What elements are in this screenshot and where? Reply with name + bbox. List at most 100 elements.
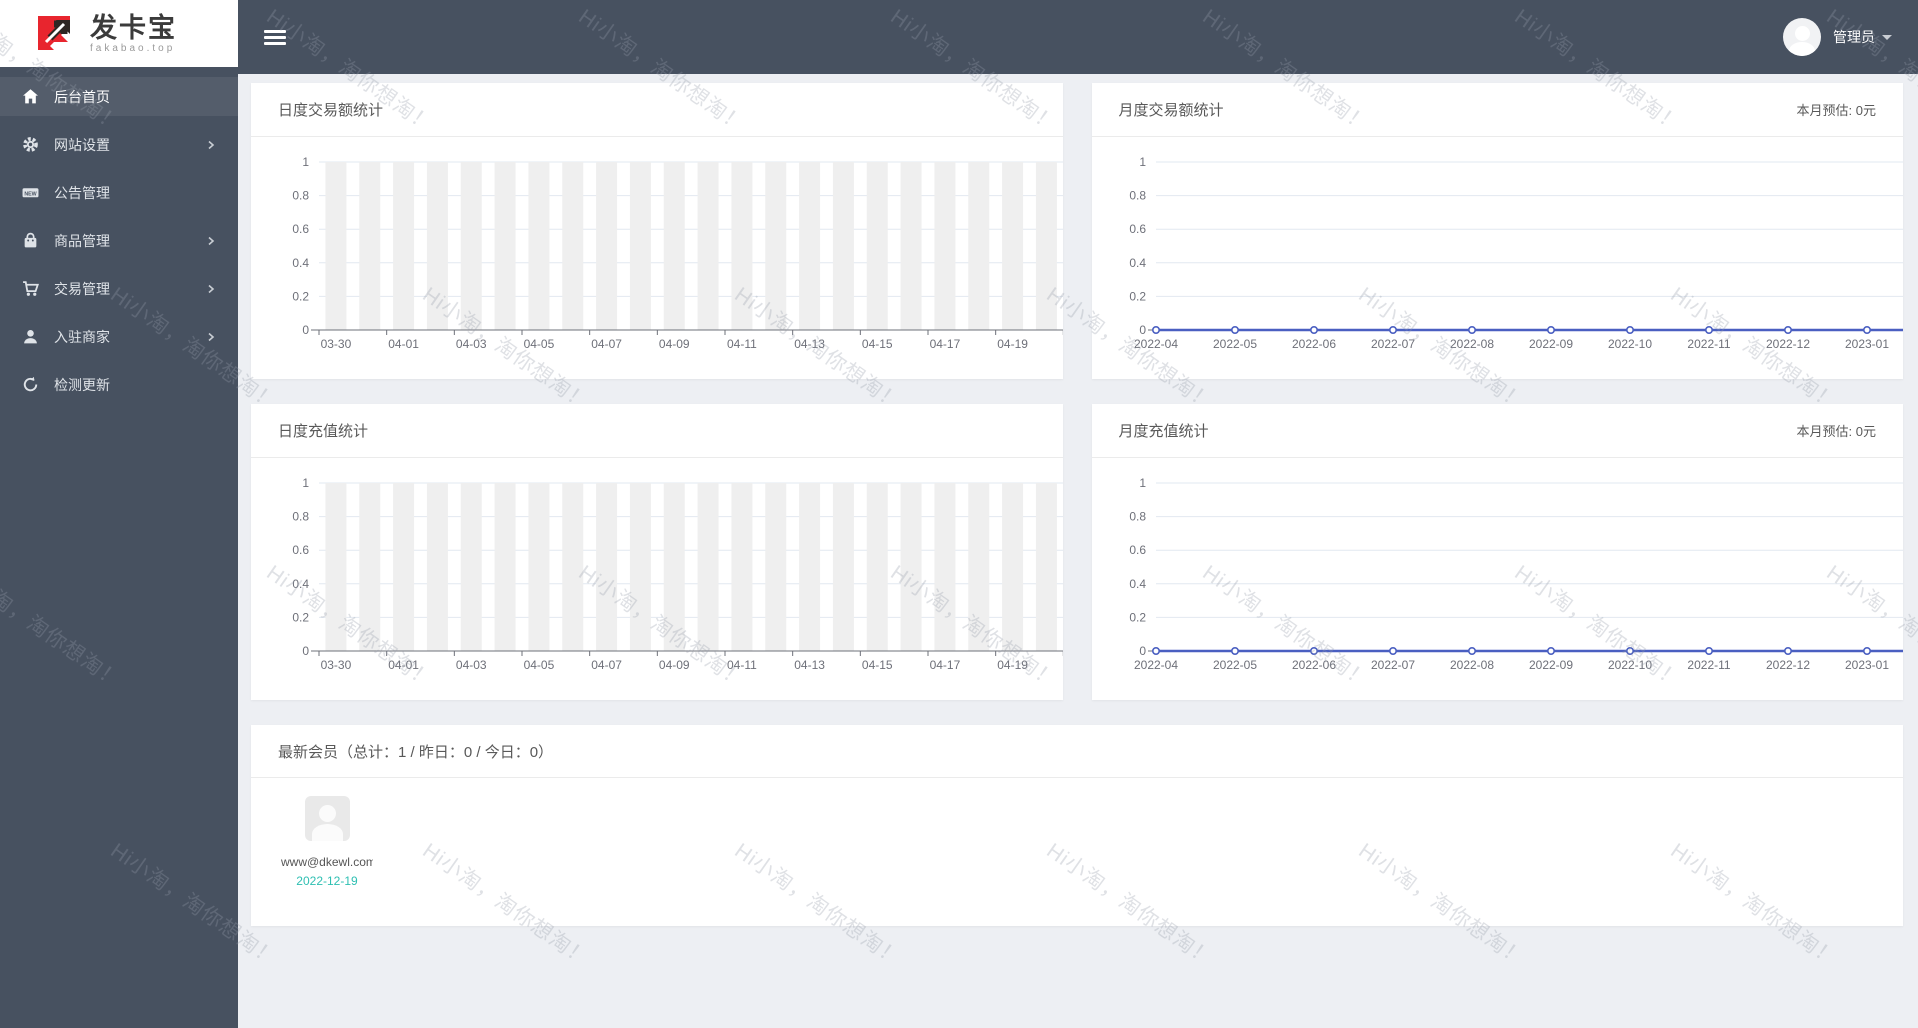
svg-text:04-09: 04-09 — [659, 337, 690, 351]
daily-trade-svg: 1 0.8 0.6 0.4 0.2 0 03-30 04-01 04-03 04-05 04-07 0… — [292, 155, 1063, 351]
svg-text:0.2: 0.2 — [1129, 610, 1146, 624]
monthly-trade-svg: 1 0.8 0.6 0.4 0.2 02022-04 2022-05 2022-06 2022-… — [1129, 155, 1903, 351]
svg-text:04-01: 04-01 — [388, 658, 419, 672]
svg-text:2022-04: 2022-04 — [1133, 337, 1177, 351]
chart-title: 月度交易额统计 — [1118, 102, 1224, 119]
svg-text:0.8: 0.8 — [1129, 510, 1146, 524]
announcement-new-icon: NEW — [22, 184, 39, 201]
svg-text:04-07: 04-07 — [591, 658, 622, 672]
svg-text:2022-11: 2022-11 — [1687, 337, 1730, 351]
latest-members-card: 最新会员（总计：1 / 昨日：0 / 今日：0） www@dkewl.com 2… — [251, 725, 1903, 926]
chevron-right-icon — [208, 236, 215, 245]
svg-text:03-30: 03-30 — [321, 337, 352, 351]
sidebar-item-announcements[interactable]: NEW 公告管理 — [0, 173, 238, 212]
svg-text:04-01: 04-01 — [388, 337, 419, 351]
svg-text:03-30: 03-30 — [321, 658, 352, 672]
daily-recharge-svg: 1 0.8 0.6 0.4 0.2 0 03-30 04-01 04-03 04-05 04-07 0… — [292, 476, 1063, 672]
svg-text:0.6: 0.6 — [1129, 543, 1146, 557]
logo-subtitle: fakabao.top — [90, 42, 176, 54]
sidebar-item-label: 网站设置 — [54, 136, 110, 153]
cart-icon — [22, 280, 39, 297]
svg-text:2022-08: 2022-08 — [1449, 337, 1493, 351]
svg-text:04-17: 04-17 — [930, 658, 961, 672]
svg-text:0: 0 — [1139, 323, 1146, 337]
daily-recharge-chart-card: 日度充值统计 1 0.8 0.6 0.4 0.2 0 03-30 04-01 04-03 04-0… — [251, 404, 1063, 700]
svg-text:1: 1 — [302, 155, 309, 169]
svg-text:2022-08: 2022-08 — [1449, 658, 1493, 672]
logo-icon — [34, 12, 78, 56]
sidebar-item-products[interactable]: 商品管理 — [0, 221, 238, 260]
daily-trade-chart-card: 日度交易额统计 1 0.8 0.6 0.4 0.2 0 03-30 04-01 04-03 04-… — [251, 83, 1063, 379]
member-register-date: 2022-12-19 — [296, 874, 358, 888]
svg-text:0.2: 0.2 — [1129, 289, 1146, 303]
svg-text:0.4: 0.4 — [292, 256, 309, 270]
svg-text:2022-06: 2022-06 — [1291, 658, 1335, 672]
svg-text:04-03: 04-03 — [456, 337, 487, 351]
chart-title: 日度交易额统计 — [278, 102, 384, 119]
app-logo[interactable]: 发卡宝 fakabao.top — [0, 0, 238, 67]
svg-text:1: 1 — [302, 476, 309, 490]
svg-text:0.8: 0.8 — [1129, 189, 1146, 203]
chevron-right-icon — [208, 140, 215, 149]
svg-text:0: 0 — [302, 323, 309, 337]
latest-members-title: 最新会员（总计：1 / 昨日：0 / 今日：0） — [278, 743, 554, 761]
svg-text:2022-06: 2022-06 — [1291, 337, 1335, 351]
svg-text:0.8: 0.8 — [292, 189, 309, 203]
top-header: 管理员 — [238, 0, 1918, 74]
menu-toggle-icon[interactable] — [264, 29, 286, 45]
monthly-recharge-svg: 1 0.8 0.6 0.4 0.2 02022-04 2022-05 2022-06 2022-… — [1129, 476, 1903, 672]
svg-text:04-13: 04-13 — [794, 337, 825, 351]
month-estimate-label: 本月预估: 0元 — [1796, 424, 1876, 439]
monthly-trade-chart: 1 0.8 0.6 0.4 0.2 0 2022-04 2022-05 2022-06 2022-… — [1092, 137, 1903, 378]
main-content: 日度交易额统计 1 0.8 0.6 0.4 0.2 0 03-30 04-01 04-03 04-… — [238, 74, 1918, 1028]
svg-text:2022-11: 2022-11 — [1687, 658, 1730, 672]
svg-text:04-19: 04-19 — [997, 658, 1028, 672]
month-estimate-label: 本月预估: 0元 — [1796, 103, 1876, 118]
sidebar-item-site-settings[interactable]: 网站设置 — [0, 125, 238, 164]
svg-text:0.2: 0.2 — [292, 289, 309, 303]
svg-text:0.4: 0.4 — [1129, 256, 1146, 270]
svg-text:2022-12: 2022-12 — [1765, 658, 1809, 672]
svg-text:04-03: 04-03 — [456, 658, 487, 672]
svg-text:2022-07: 2022-07 — [1370, 337, 1414, 351]
svg-text:2022-10: 2022-10 — [1607, 337, 1651, 351]
sidebar-item-label: 商品管理 — [54, 232, 110, 249]
daily-recharge-chart: 1 0.8 0.6 0.4 0.2 0 03-30 04-01 04-03 04-05 04-07 0… — [251, 458, 1063, 699]
daily-trade-chart: 1 0.8 0.6 0.4 0.2 0 03-30 04-01 04-03 04-05 04-07 0… — [251, 137, 1063, 378]
svg-text:0.4: 0.4 — [292, 577, 309, 591]
svg-text:2022-10: 2022-10 — [1607, 658, 1651, 672]
chart-title: 日度充值统计 — [278, 423, 369, 440]
svg-text:0: 0 — [302, 644, 309, 658]
svg-text:0.6: 0.6 — [1129, 222, 1146, 236]
member-list-item[interactable]: www@dkewl.com 2022-12-19 — [281, 796, 373, 888]
sidebar-item-merchants[interactable]: 入驻商家 — [0, 317, 238, 356]
sidebar-item-check-update[interactable]: 检测更新 — [0, 365, 238, 404]
user-menu[interactable]: 管理员 — [1783, 18, 1892, 56]
svg-text:04-15: 04-15 — [862, 337, 893, 351]
svg-text:2022-07: 2022-07 — [1370, 658, 1414, 672]
svg-text:0.6: 0.6 — [292, 543, 309, 557]
sidebar-item-label: 交易管理 — [54, 280, 110, 297]
svg-text:04-07: 04-07 — [591, 337, 622, 351]
svg-text:2023-01: 2023-01 — [1844, 658, 1888, 672]
svg-text:2022-05: 2022-05 — [1212, 658, 1256, 672]
sidebar: 发卡宝 fakabao.top 后台首页 网站设置 NEW 公告管理 商品管理 … — [0, 0, 238, 1028]
svg-text:2022-09: 2022-09 — [1528, 658, 1572, 672]
sidebar-item-dashboard[interactable]: 后台首页 — [0, 77, 238, 116]
svg-text:04-11: 04-11 — [727, 658, 757, 672]
chart-title: 月度充值统计 — [1118, 423, 1209, 440]
svg-text:2023-01: 2023-01 — [1844, 337, 1888, 351]
gear-icon — [22, 136, 39, 153]
member-avatar — [304, 796, 350, 841]
merchant-user-icon — [22, 328, 39, 345]
user-name: 管理员 — [1833, 29, 1875, 45]
sidebar-item-label: 检测更新 — [54, 376, 110, 393]
svg-text:1: 1 — [1139, 476, 1146, 490]
caret-down-icon — [1882, 34, 1892, 40]
svg-text:04-19: 04-19 — [997, 337, 1028, 351]
member-email: www@dkewl.com — [281, 855, 373, 869]
svg-text:04-11: 04-11 — [727, 337, 757, 351]
sidebar-item-orders[interactable]: 交易管理 — [0, 269, 238, 308]
user-avatar — [1783, 18, 1821, 56]
svg-text:NEW: NEW — [24, 191, 36, 197]
